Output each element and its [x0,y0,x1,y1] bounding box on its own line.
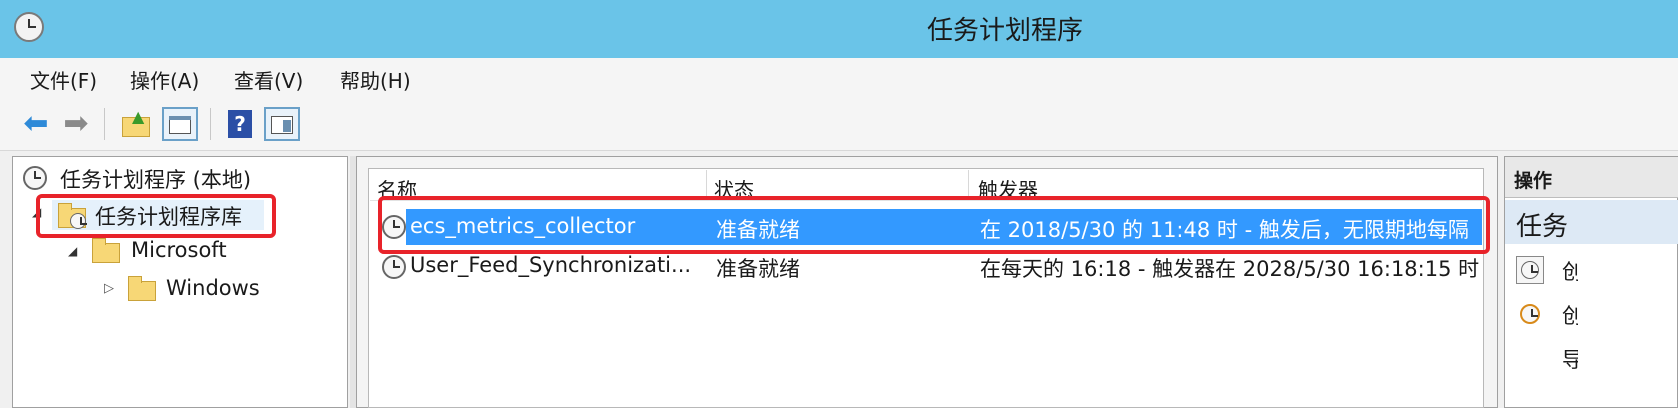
action-item[interactable]: 创 [1562,256,1578,286]
menu-help[interactable]: 帮助(H) [340,65,411,94]
task-name: User_Feed_Synchronizati... [410,253,692,277]
show-hide-action-pane-icon[interactable] [264,107,300,141]
toolbar-separator [210,108,211,140]
menu-file[interactable]: 文件(F) [30,65,97,94]
action-item[interactable]: 导 [1562,344,1578,374]
tree-item-microsoft[interactable]: Microsoft [131,238,227,262]
back-arrow-icon[interactable]: ⬅ [18,107,54,141]
window-title: 任务计划程序 [926,16,1083,46]
actions-header: 操作 [1514,170,1553,192]
table-row[interactable]: User_Feed_Synchronizati... 准备就绪 在每天的 16:… [378,248,1482,286]
scheduler-clock-icon [23,166,47,190]
menu-view[interactable]: 查看(V) [234,65,303,94]
help-icon[interactable]: ? [222,107,258,141]
actions-section-title: 任务 [1516,212,1569,242]
tree-item-root[interactable]: 任务计划程序 (本地) [60,164,251,194]
task-trigger: 在每天的 16:18 - 触发器在 2028/5/30 16:18:15 时 [980,257,1480,281]
menu-action[interactable]: 操作(A) [130,65,199,94]
task-clock-icon [382,255,406,279]
task-status: 准备就绪 [716,257,800,281]
folder-icon [92,238,120,263]
up-folder-icon[interactable]: ▲ [118,107,154,141]
action-item[interactable]: 创 [1562,300,1578,330]
create-basic-task-icon[interactable] [1516,256,1544,284]
tree-expand-arrow-icon[interactable]: ◢ [68,244,77,258]
highlight-box-task [378,196,1490,254]
show-hide-console-tree-icon[interactable] [162,107,198,141]
tree-item-windows[interactable]: Windows [166,276,260,300]
tree-collapse-arrow-icon[interactable]: ▷ [104,281,114,296]
highlight-box-library [36,194,276,238]
create-task-icon[interactable] [1520,304,1540,324]
forward-arrow-icon[interactable]: ➡ [58,107,94,141]
folder-icon [128,276,156,301]
toolbar-separator [104,108,105,140]
